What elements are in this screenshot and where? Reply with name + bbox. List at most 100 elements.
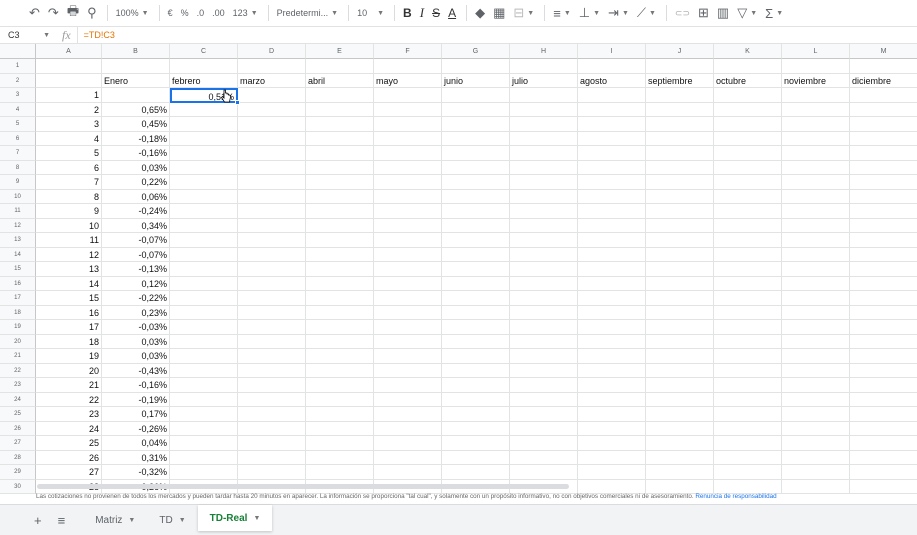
grid-cell[interactable] xyxy=(374,421,442,436)
grid-cell[interactable] xyxy=(578,305,646,320)
grid-cell[interactable] xyxy=(170,465,238,480)
grid-cell[interactable] xyxy=(646,392,714,407)
grid-cell[interactable] xyxy=(442,465,510,480)
grid-cell[interactable] xyxy=(238,407,306,422)
grid-cell[interactable]: -0,16% xyxy=(102,146,170,161)
grid-cell[interactable] xyxy=(374,334,442,349)
grid-cell[interactable]: -0,26% xyxy=(102,421,170,436)
grid-cell[interactable] xyxy=(646,117,714,132)
grid-cell[interactable] xyxy=(442,59,510,74)
grid-cell[interactable]: 0,45% xyxy=(102,117,170,132)
grid-cell[interactable] xyxy=(510,247,578,262)
grid-cell[interactable] xyxy=(510,276,578,291)
grid-cell[interactable] xyxy=(442,247,510,262)
row-header[interactable]: 14 xyxy=(0,247,36,262)
grid-cell[interactable] xyxy=(306,160,374,175)
grid-cell[interactable] xyxy=(374,276,442,291)
grid-cell[interactable] xyxy=(238,276,306,291)
grid-cell[interactable] xyxy=(850,59,917,74)
grid-cell[interactable] xyxy=(442,334,510,349)
grid-cell[interactable] xyxy=(714,349,782,364)
grid-cell[interactable] xyxy=(374,218,442,233)
grid-cell[interactable]: 20 xyxy=(36,363,102,378)
grid-cell[interactable]: junio xyxy=(442,73,510,88)
grid-cell[interactable] xyxy=(306,175,374,190)
grid-cell[interactable] xyxy=(306,291,374,306)
grid-cell[interactable] xyxy=(782,378,850,393)
grid-cell[interactable] xyxy=(374,247,442,262)
grid-cell[interactable] xyxy=(714,59,782,74)
grid-cell[interactable] xyxy=(850,204,917,219)
grid-cell[interactable] xyxy=(850,306,917,320)
grid-cell[interactable] xyxy=(238,218,306,233)
grid-cell[interactable] xyxy=(578,247,646,262)
grid-cell[interactable] xyxy=(306,392,374,407)
grid-cell[interactable]: 2 xyxy=(36,102,102,117)
row-header[interactable]: 12 xyxy=(0,218,36,233)
row-header[interactable]: 28 xyxy=(0,450,36,465)
grid-cell[interactable] xyxy=(170,189,238,204)
grid-cell[interactable]: 21 xyxy=(36,378,102,393)
grid-cell[interactable]: 27 xyxy=(36,465,102,480)
grid-cell[interactable] xyxy=(374,407,442,422)
italic-button[interactable]: I xyxy=(417,3,427,23)
grid-cell[interactable]: 24 xyxy=(36,421,102,436)
grid-cell[interactable] xyxy=(238,334,306,349)
grid-cell[interactable] xyxy=(170,276,238,291)
increase-decimals-button[interactable]: .00 xyxy=(209,3,228,23)
grid-cell[interactable] xyxy=(782,160,850,175)
print-icon[interactable]: 🖶 xyxy=(64,3,82,23)
grid-cell[interactable] xyxy=(850,233,917,248)
chevron-down-icon[interactable]: ▼ xyxy=(179,517,186,524)
grid-cell[interactable] xyxy=(374,59,442,74)
grid-cell[interactable] xyxy=(442,218,510,233)
grid-cell[interactable] xyxy=(850,103,917,117)
grid-cell[interactable] xyxy=(510,436,578,451)
grid-cell[interactable] xyxy=(714,291,782,306)
grid-cell[interactable] xyxy=(646,291,714,306)
column-header[interactable]: L xyxy=(782,44,850,59)
grid-cell[interactable] xyxy=(646,378,714,393)
grid-cell[interactable] xyxy=(646,436,714,451)
grid-cell[interactable] xyxy=(646,102,714,117)
row-header[interactable]: 20 xyxy=(0,334,36,349)
grid-cell[interactable]: -0,03% xyxy=(102,320,170,335)
column-header[interactable]: A xyxy=(36,44,102,59)
grid-cell[interactable]: octubre xyxy=(714,73,782,88)
font-size-select[interactable]: 10 ▼ xyxy=(354,3,387,23)
grid-cell[interactable] xyxy=(782,407,850,422)
grid-cell[interactable] xyxy=(306,436,374,451)
grid-cell[interactable] xyxy=(442,233,510,248)
grid-cell[interactable] xyxy=(782,189,850,204)
grid-cell[interactable] xyxy=(646,218,714,233)
grid-cell[interactable] xyxy=(306,102,374,117)
grid-cell[interactable] xyxy=(442,204,510,219)
grid-cell[interactable] xyxy=(442,450,510,465)
grid-cell[interactable] xyxy=(374,146,442,161)
grid-cell[interactable] xyxy=(238,320,306,335)
grid-cell[interactable] xyxy=(782,276,850,291)
text-rotation-icon[interactable]: ⟋ ▼ xyxy=(634,3,659,23)
grid-cell[interactable] xyxy=(170,131,238,146)
grid-cell[interactable] xyxy=(306,334,374,349)
grid-cell[interactable] xyxy=(442,131,510,146)
grid-cell[interactable]: 0,22% xyxy=(102,175,170,190)
grid-cell[interactable] xyxy=(714,450,782,465)
grid-cell[interactable]: 7 xyxy=(36,175,102,190)
grid-cell[interactable] xyxy=(442,320,510,335)
grid-cell[interactable]: 0,04% xyxy=(102,436,170,451)
grid-cell[interactable] xyxy=(782,218,850,233)
grid-cell[interactable] xyxy=(238,363,306,378)
name-box[interactable]: C3 ▼ xyxy=(0,27,56,43)
grid-cell[interactable] xyxy=(36,73,102,88)
grid-cell[interactable] xyxy=(578,392,646,407)
grid-cell[interactable] xyxy=(714,218,782,233)
grid-cell[interactable] xyxy=(238,233,306,248)
grid-cell[interactable] xyxy=(510,378,578,393)
grid-cell[interactable] xyxy=(170,378,238,393)
grid-cell[interactable] xyxy=(510,320,578,335)
grid-cell[interactable] xyxy=(442,291,510,306)
grid-cell[interactable] xyxy=(306,262,374,277)
grid-cell[interactable] xyxy=(850,190,917,204)
grid-cell[interactable] xyxy=(578,117,646,132)
